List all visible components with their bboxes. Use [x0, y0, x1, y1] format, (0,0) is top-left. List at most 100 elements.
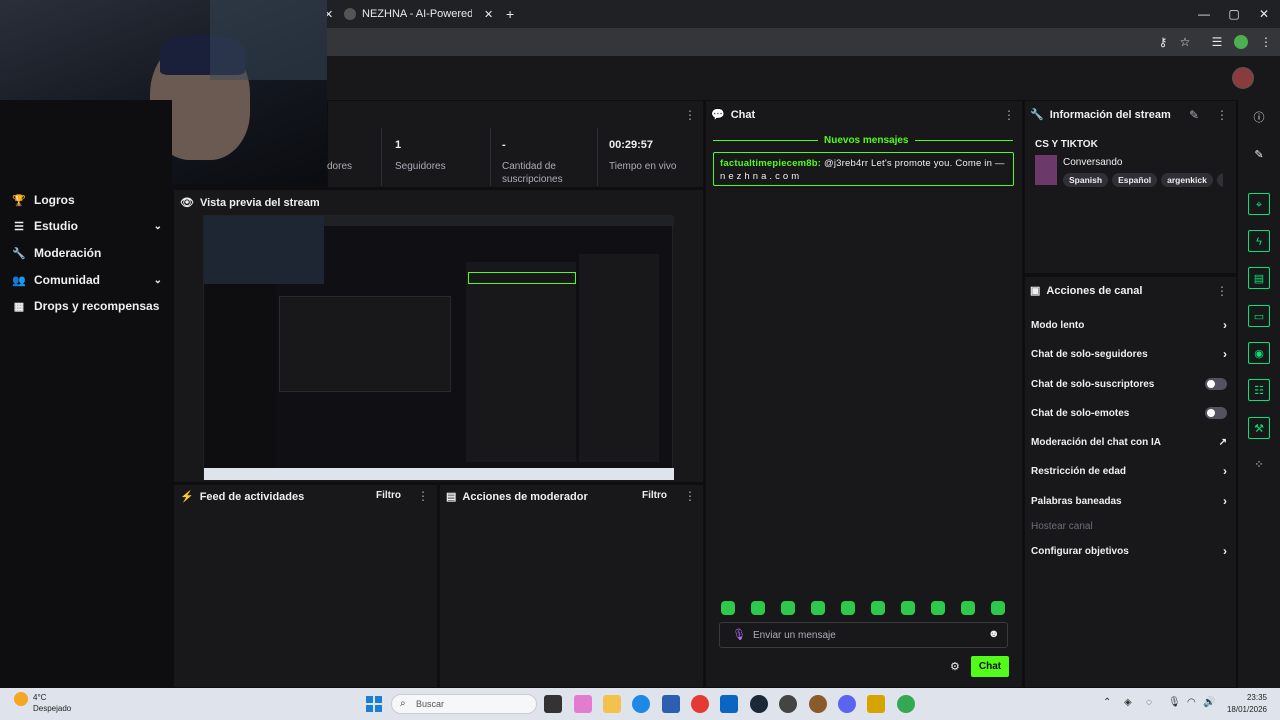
activity-filter-button[interactable]: Filtro	[376, 490, 401, 501]
wifi-icon[interactable]: ◠	[1187, 697, 1196, 708]
pencil-icon[interactable]: ✎	[1248, 144, 1270, 166]
chat-icon[interactable]: ▭	[1248, 305, 1270, 327]
close-window-icon[interactable]: ✕	[1254, 4, 1274, 24]
network-icon[interactable]: ◌	[1146, 697, 1152, 708]
channel-actions-title: ▣ Acciones de canal	[1030, 284, 1142, 298]
action-configure-goals[interactable]: Configurar objetivos ›	[1031, 543, 1227, 559]
opera-icon[interactable]	[691, 695, 709, 713]
task-view-icon[interactable]	[544, 695, 562, 713]
preview-webcam	[204, 216, 324, 284]
action-label: Restricción de edad	[1031, 465, 1127, 477]
action-slow-mode[interactable]: Modo lento ›	[1031, 317, 1227, 333]
browser-tab[interactable]: NEZHNA - AI-Powered Live Str ✕	[344, 4, 494, 24]
tag[interactable]: Español	[1112, 173, 1158, 187]
stream-preview-video[interactable]	[203, 215, 674, 480]
browser-menu-icon[interactable]: ⋮	[1258, 34, 1274, 50]
maximize-icon[interactable]: ▢	[1224, 4, 1244, 24]
tray-icon[interactable]: ◈	[1124, 697, 1132, 708]
action-age-restriction[interactable]: Restricción de edad ›	[1031, 463, 1227, 479]
weather-temp[interactable]: 4°C	[33, 693, 46, 702]
chat-settings-gear-icon[interactable]: ⚙	[950, 660, 960, 673]
weather-sun-icon[interactable]	[14, 692, 28, 706]
action-ai-moderation[interactable]: Moderación del chat con IA ↗	[1031, 434, 1227, 450]
sidebar-item-logros[interactable]: 🏆 Logros	[12, 190, 162, 210]
bookmark-star-icon[interactable]: ☆	[1177, 34, 1193, 50]
chevron-right-icon: ›	[1223, 347, 1227, 361]
emote-icon[interactable]	[931, 601, 945, 615]
emote-icon[interactable]	[901, 601, 915, 615]
apps-icon[interactable]: ⁘	[1248, 454, 1270, 476]
subscribers-only-toggle[interactable]	[1205, 378, 1227, 390]
emote-icon[interactable]	[751, 601, 765, 615]
file-explorer-icon[interactable]	[603, 695, 621, 713]
emote-icon[interactable]	[841, 601, 855, 615]
edge-icon[interactable]	[632, 695, 650, 713]
minimize-icon[interactable]: —	[1194, 4, 1214, 24]
info-icon[interactable]: ⓘ	[1248, 107, 1270, 129]
winrar-icon[interactable]	[867, 695, 885, 713]
outlook-icon[interactable]	[720, 695, 738, 713]
activity-menu-icon[interactable]: ⋮	[417, 489, 429, 503]
sidebar-item-drops[interactable]: ▦ Drops y recompensas	[12, 296, 162, 316]
profile-avatar[interactable]	[1234, 35, 1248, 49]
tag[interactable]: co	[1216, 173, 1223, 187]
mod-menu-icon[interactable]: ⋮	[684, 489, 696, 503]
wrench-rail-icon[interactable]: ⚒	[1248, 417, 1270, 439]
bolt-icon[interactable]: ϟ	[1248, 230, 1270, 252]
mod-filter-button[interactable]: Filtro	[642, 490, 667, 501]
obs-icon[interactable]	[779, 695, 797, 713]
document-icon[interactable]: ▤	[1248, 267, 1270, 289]
chrome-icon[interactable]	[897, 695, 915, 713]
send-chat-button[interactable]: Chat	[971, 656, 1009, 677]
search-icon: ⌕	[400, 698, 406, 709]
close-tab-icon[interactable]: ✕	[484, 8, 493, 21]
category-name[interactable]: Conversando	[1063, 157, 1122, 168]
emote-icon[interactable]	[871, 601, 885, 615]
password-key-icon[interactable]: ⚷	[1155, 34, 1171, 50]
discord-icon[interactable]	[838, 695, 856, 713]
new-tab-button[interactable]: +	[506, 4, 520, 24]
user-avatar[interactable]	[1232, 67, 1254, 89]
followers-label: Seguidores	[395, 161, 446, 172]
broadcast-icon[interactable]: ◉	[1248, 342, 1270, 364]
chevron-up-icon[interactable]: ⌃	[1103, 697, 1111, 708]
tag[interactable]: argenkick	[1161, 173, 1213, 187]
emotes-only-toggle[interactable]	[1205, 407, 1227, 419]
store-icon[interactable]	[662, 695, 680, 713]
app-icon[interactable]	[809, 695, 827, 713]
emote-icon[interactable]	[721, 601, 735, 615]
action-banned-words[interactable]: Palabras baneadas ›	[1031, 493, 1227, 509]
windows-start-icon[interactable]	[366, 696, 382, 712]
steam-icon[interactable]	[750, 695, 768, 713]
emoji-icon[interactable]: ☻	[988, 628, 1000, 640]
clock-date[interactable]: 18/01/2026	[1225, 705, 1267, 714]
stats-menu-icon[interactable]: ⋮	[684, 108, 696, 122]
copilot-icon[interactable]	[574, 695, 592, 713]
action-followers-only[interactable]: Chat de solo-seguidores ›	[1031, 346, 1227, 362]
sidebar-item-comunidad[interactable]: 👥 Comunidad ⌄	[12, 270, 162, 290]
sidebar-item-moderacion[interactable]: 🔧 Moderación	[12, 243, 162, 263]
chevron-down-icon[interactable]: ⌄	[154, 275, 162, 286]
weather-desc[interactable]: Despejado	[33, 704, 71, 713]
chat-menu-icon[interactable]: ⋮	[1003, 108, 1015, 122]
microphone-icon[interactable]: 🎙	[732, 628, 746, 641]
clock-time[interactable]: 23:35	[1225, 693, 1267, 702]
layout-icon[interactable]: ☷	[1248, 379, 1270, 401]
chevron-down-icon[interactable]: ⌄	[154, 221, 162, 232]
sidebar-item-estudio[interactable]: ☰ Estudio ⌄	[12, 216, 162, 236]
emote-icon[interactable]	[811, 601, 825, 615]
stream-info-menu-icon[interactable]: ⋮	[1216, 108, 1228, 122]
chat-username[interactable]: factualtimepiecem8b:	[720, 158, 821, 169]
emote-icon[interactable]	[781, 601, 795, 615]
microphone-tray-icon[interactable]: 🎙	[1168, 697, 1181, 708]
chat-input[interactable]: 🎙 Enviar un mensaje ☻	[719, 622, 1008, 648]
tag[interactable]: Spanish	[1063, 173, 1109, 187]
taskbar-search[interactable]: ⌕ Buscar	[391, 694, 537, 714]
volume-icon[interactable]: 🔊	[1203, 697, 1215, 708]
emote-icon[interactable]	[961, 601, 975, 615]
emote-icon[interactable]	[991, 601, 1005, 615]
scan-icon[interactable]: ⌖	[1248, 193, 1270, 215]
edit-pencil-icon[interactable]: ✎	[1189, 108, 1199, 122]
reading-list-icon[interactable]: ☰	[1209, 34, 1225, 50]
channel-actions-menu-icon[interactable]: ⋮	[1216, 284, 1228, 298]
